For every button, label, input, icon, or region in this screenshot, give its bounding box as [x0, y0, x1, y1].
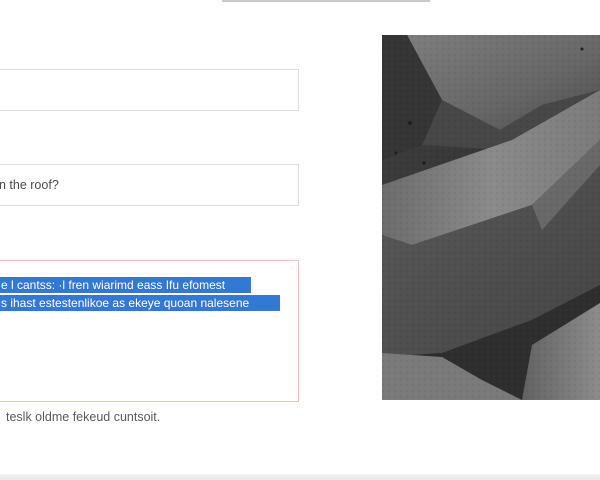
bottom-divider: [0, 474, 600, 480]
text-field-2[interactable]: n the roof?: [0, 164, 299, 206]
stone-photo-svg: [382, 35, 600, 400]
message-textarea[interactable]: e l cantss: ·l fren wiarimd eass Ifu efo…: [0, 260, 299, 402]
selected-text-line-2: s ihast estestenlikoe as ekeye quoan nal…: [0, 295, 280, 311]
helper-text: teslk oldme fekeud cuntsoit.: [6, 410, 161, 424]
text-field-2-value: n the roof?: [0, 178, 59, 192]
text-field-1[interactable]: [0, 69, 299, 111]
top-divider: [222, 0, 430, 2]
page: n the roof? e l cantss: ·l fren wiarimd …: [0, 0, 600, 480]
selected-text-line-1: e l cantss: ·l fren wiarimd eass Ifu efo…: [0, 277, 251, 293]
stone-photo: [382, 35, 600, 400]
